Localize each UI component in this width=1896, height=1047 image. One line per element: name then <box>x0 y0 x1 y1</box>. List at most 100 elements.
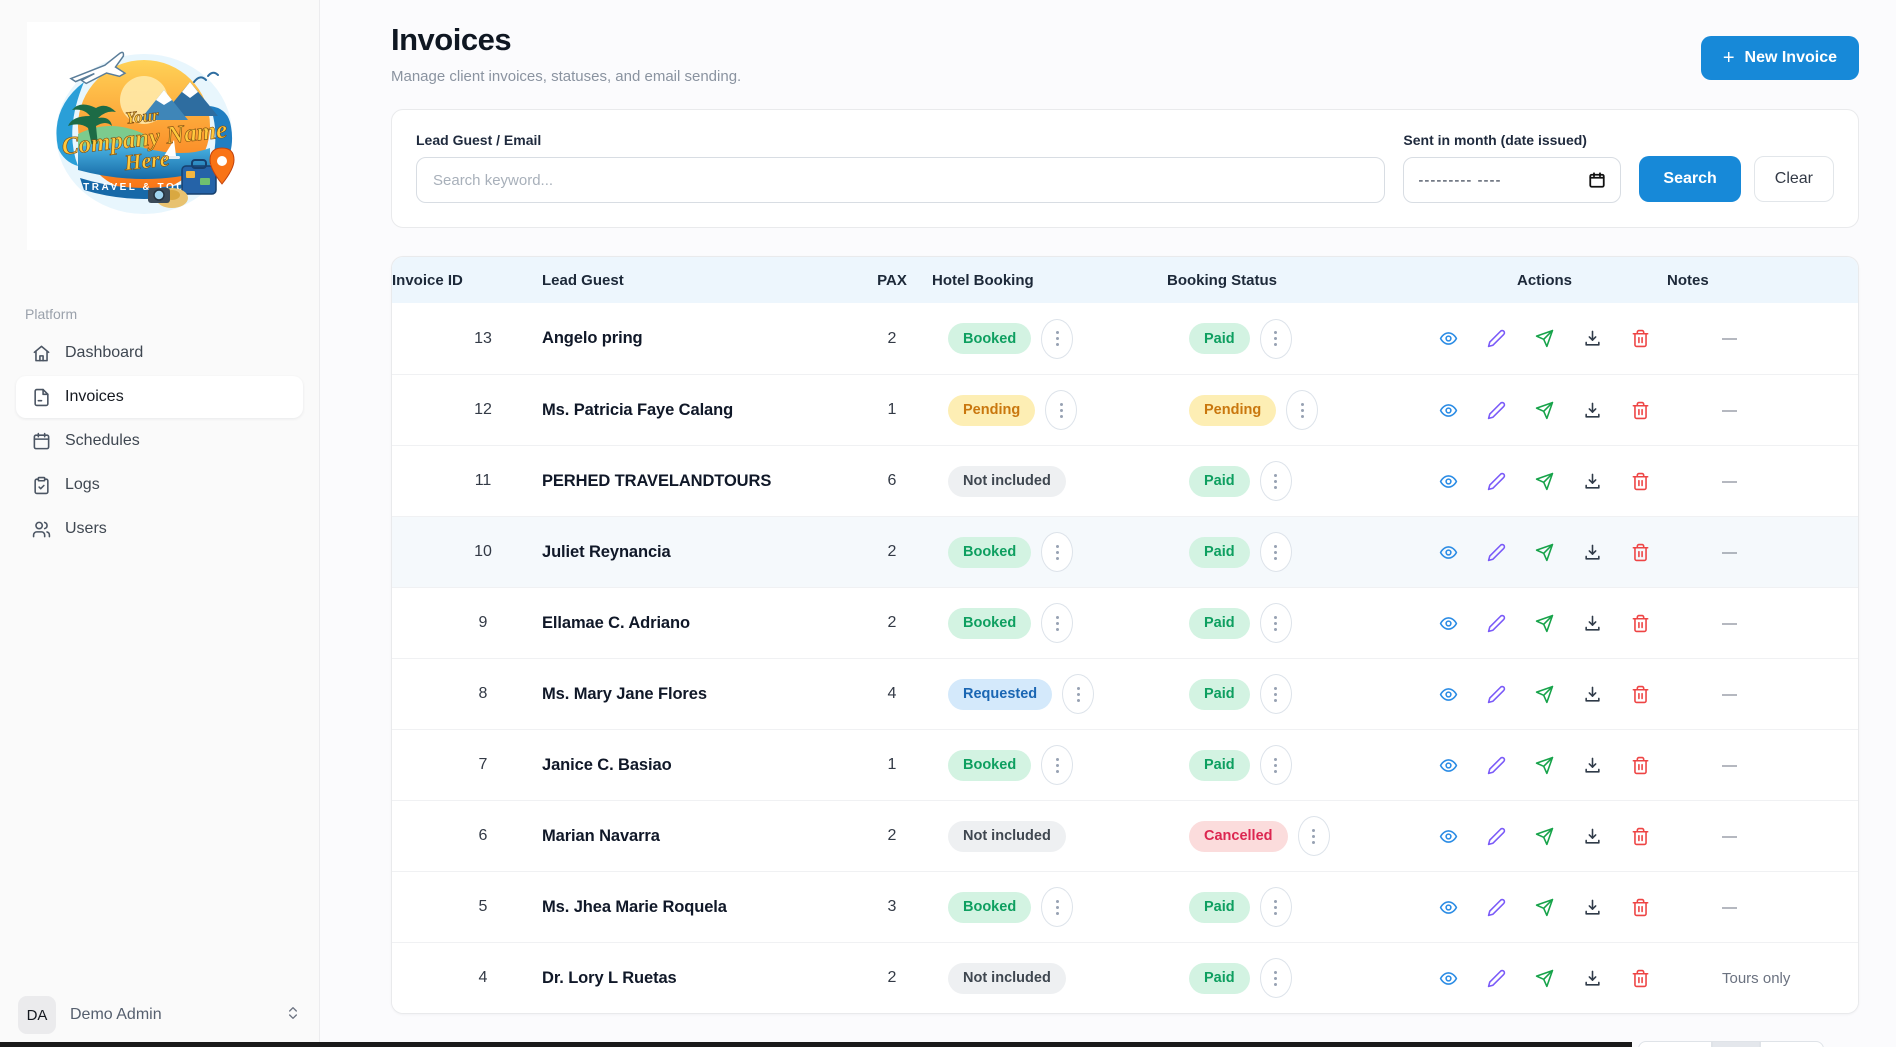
column-header-hotel-booking: Hotel Booking <box>932 272 1167 289</box>
booking-status-menu-button[interactable] <box>1260 532 1292 572</box>
delete-invoice-button[interactable] <box>1631 685 1650 704</box>
view-invoice-button[interactable] <box>1439 685 1458 704</box>
pax-cell: 6 <box>852 472 932 490</box>
sidebar-item-logs[interactable]: Logs <box>16 464 303 506</box>
hotel-booking-menu-button[interactable] <box>1041 745 1073 785</box>
delete-invoice-button[interactable] <box>1631 614 1650 633</box>
delete-invoice-button[interactable] <box>1631 472 1650 491</box>
edit-invoice-button[interactable] <box>1487 401 1506 420</box>
send-email-button[interactable] <box>1535 472 1554 491</box>
delete-invoice-button[interactable] <box>1631 969 1650 988</box>
download-invoice-button[interactable] <box>1583 685 1602 704</box>
pagination-page-button[interactable] <box>1712 1041 1760 1047</box>
view-invoice-button[interactable] <box>1439 898 1458 917</box>
booking-status-menu-button[interactable] <box>1286 390 1318 430</box>
search-button[interactable]: Search <box>1639 156 1740 202</box>
booking-status-menu-button[interactable] <box>1260 745 1292 785</box>
view-invoice-button[interactable] <box>1439 614 1458 633</box>
delete-invoice-button[interactable] <box>1631 756 1650 775</box>
send-email-button[interactable] <box>1535 685 1554 704</box>
send-email-button[interactable] <box>1535 827 1554 846</box>
edit-invoice-button[interactable] <box>1487 756 1506 775</box>
search-input[interactable] <box>416 157 1385 203</box>
view-invoice-button[interactable] <box>1439 543 1458 562</box>
lead-guest-cell: PERHED TRAVELANDTOURS <box>542 472 852 491</box>
edit-invoice-button[interactable] <box>1487 969 1506 988</box>
trash-icon <box>1631 401 1650 420</box>
hotel-booking-menu-button[interactable] <box>1062 674 1094 714</box>
edit-invoice-button[interactable] <box>1487 827 1506 846</box>
eye-icon <box>1439 401 1458 420</box>
edit-invoice-button[interactable] <box>1487 898 1506 917</box>
send-email-button[interactable] <box>1535 756 1554 775</box>
chevrons-up-down-icon <box>285 1005 301 1026</box>
view-invoice-button[interactable] <box>1439 472 1458 491</box>
pencil-icon <box>1487 472 1506 491</box>
edit-invoice-button[interactable] <box>1487 543 1506 562</box>
delete-invoice-button[interactable] <box>1631 827 1650 846</box>
edit-invoice-button[interactable] <box>1487 329 1506 348</box>
booking-status-cell: Cancelled <box>1167 816 1422 856</box>
download-invoice-button[interactable] <box>1583 827 1602 846</box>
booking-status-menu-button[interactable] <box>1260 887 1292 927</box>
edit-invoice-button[interactable] <box>1487 472 1506 491</box>
user-menu[interactable]: DA Demo Admin <box>0 983 319 1047</box>
download-invoice-button[interactable] <box>1583 969 1602 988</box>
send-email-button[interactable] <box>1535 969 1554 988</box>
pagination-previous-button[interactable] <box>1638 1041 1712 1047</box>
hotel-booking-menu-button[interactable] <box>1041 319 1073 359</box>
send-email-button[interactable] <box>1535 543 1554 562</box>
delete-invoice-button[interactable] <box>1631 401 1650 420</box>
clear-button[interactable]: Clear <box>1754 156 1834 202</box>
actions-cell <box>1422 329 1667 348</box>
booking-status-menu-button[interactable] <box>1298 816 1330 856</box>
hotel-booking-menu-button[interactable] <box>1041 603 1073 643</box>
hotel-booking-menu-button[interactable] <box>1041 887 1073 927</box>
sidebar-item-dashboard[interactable]: Dashboard <box>16 332 303 374</box>
delete-invoice-button[interactable] <box>1631 898 1650 917</box>
booking-status-badge: Paid <box>1189 892 1250 923</box>
pagination-next-button[interactable] <box>1760 1041 1824 1047</box>
booking-status-menu-button[interactable] <box>1260 603 1292 643</box>
column-header-pax: PAX <box>852 272 932 289</box>
download-invoice-button[interactable] <box>1583 401 1602 420</box>
view-invoice-button[interactable] <box>1439 827 1458 846</box>
delete-invoice-button[interactable] <box>1631 543 1650 562</box>
download-invoice-button[interactable] <box>1583 329 1602 348</box>
send-email-button[interactable] <box>1535 898 1554 917</box>
booking-status-menu-button[interactable] <box>1260 461 1292 501</box>
download-icon <box>1583 898 1602 917</box>
view-invoice-button[interactable] <box>1439 329 1458 348</box>
booking-status-cell: Paid <box>1167 532 1422 572</box>
month-input[interactable]: --------- ---- <box>1403 157 1621 203</box>
sidebar-item-invoices[interactable]: Invoices <box>16 376 303 418</box>
booking-status-menu-button[interactable] <box>1260 319 1292 359</box>
calendar-picker-icon[interactable] <box>1588 171 1606 189</box>
new-invoice-button[interactable]: + New Invoice <box>1701 36 1859 80</box>
download-invoice-button[interactable] <box>1583 472 1602 491</box>
hotel-booking-menu-button[interactable] <box>1041 532 1073 572</box>
view-invoice-button[interactable] <box>1439 756 1458 775</box>
download-invoice-button[interactable] <box>1583 898 1602 917</box>
pax-cell: 2 <box>852 543 932 561</box>
edit-invoice-button[interactable] <box>1487 614 1506 633</box>
sidebar-item-schedules[interactable]: Schedules <box>16 420 303 462</box>
booking-status-cell: Paid <box>1167 887 1422 927</box>
hotel-booking-menu-button[interactable] <box>1045 390 1077 430</box>
send-email-button[interactable] <box>1535 401 1554 420</box>
table-row: 11 PERHED TRAVELANDTOURS 6 Not included … <box>392 445 1858 516</box>
delete-invoice-button[interactable] <box>1631 329 1650 348</box>
sidebar-item-users[interactable]: Users <box>16 508 303 550</box>
column-header-booking-status: Booking Status <box>1167 272 1422 289</box>
download-invoice-button[interactable] <box>1583 614 1602 633</box>
download-invoice-button[interactable] <box>1583 756 1602 775</box>
booking-status-menu-button[interactable] <box>1260 958 1292 998</box>
avatar: DA <box>18 996 56 1034</box>
booking-status-menu-button[interactable] <box>1260 674 1292 714</box>
view-invoice-button[interactable] <box>1439 401 1458 420</box>
send-email-button[interactable] <box>1535 329 1554 348</box>
edit-invoice-button[interactable] <box>1487 685 1506 704</box>
download-invoice-button[interactable] <box>1583 543 1602 562</box>
send-email-button[interactable] <box>1535 614 1554 633</box>
view-invoice-button[interactable] <box>1439 969 1458 988</box>
